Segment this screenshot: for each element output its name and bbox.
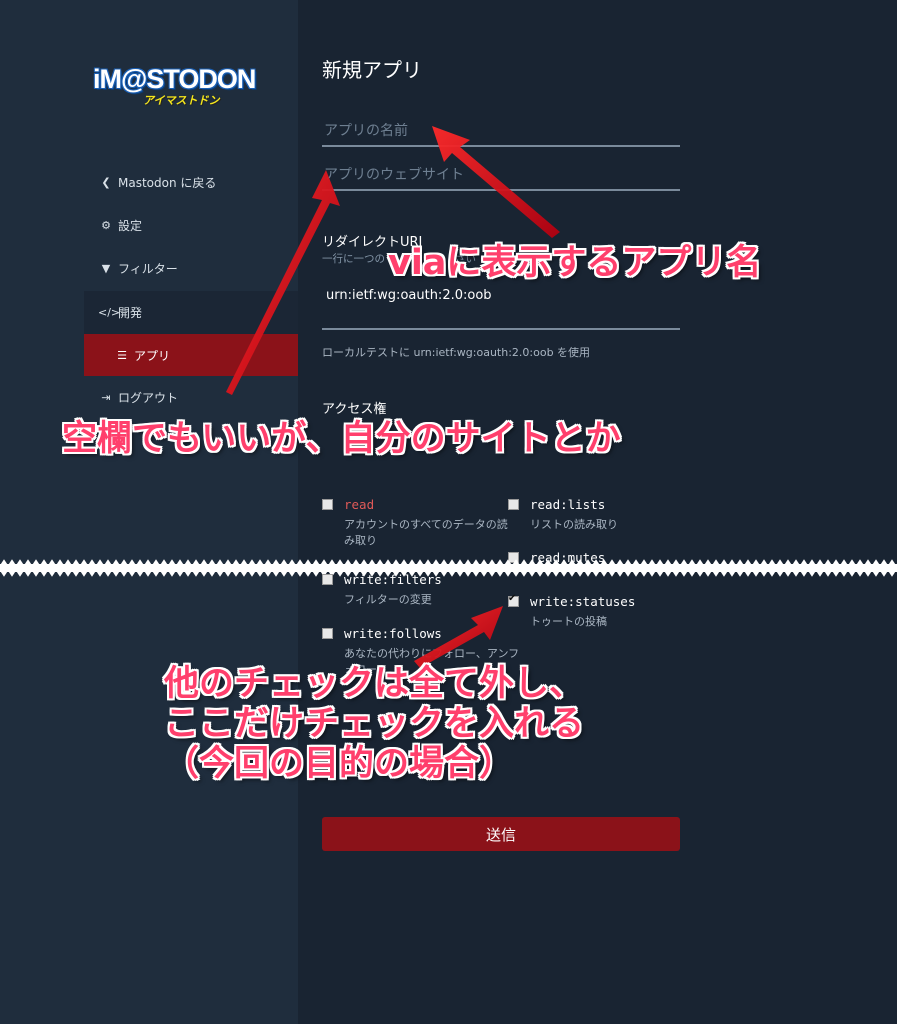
chevron-left-icon: ❮ <box>101 175 111 189</box>
redirect-uri-value: urn:ietf:wg:oauth:2.0:oob <box>326 288 492 303</box>
scope-name: write:statuses <box>530 594 636 609</box>
sidebar-item-filters[interactable]: ▼ フィルター <box>84 248 298 288</box>
sidebar-item-apps[interactable]: ☰ アプリ <box>84 334 298 376</box>
logo-text: iM@STODON <box>93 64 256 94</box>
sidebar-item-label: 開発 <box>118 306 143 320</box>
scope-name: write:follows <box>344 626 442 641</box>
sidebar-item-back[interactable]: ❮ Mastodon に戻る <box>84 162 298 202</box>
redirect-uri-note: ローカルテストに urn:ietf:wg:oauth:2.0:oob を使用 <box>322 346 591 359</box>
filter-icon: ▼ <box>101 261 111 275</box>
redirect-uri-textarea[interactable]: urn:ietf:wg:oauth:2.0:oob <box>322 284 680 330</box>
sidebar-item-label: ログアウト <box>118 390 179 405</box>
scope-name: write:filters <box>344 572 442 587</box>
scope-write-follows-checkbox[interactable] <box>322 628 333 639</box>
page-title: 新規アプリ <box>322 58 422 82</box>
sidebar-item-settings[interactable]: ⚙ 設定 <box>84 205 298 245</box>
annotation-checkbox-instruction: 他のチェックは全て外し、 ここだけチェックを入れる （今回の目的の場合） <box>164 664 584 784</box>
scope-read-checkbox[interactable] <box>322 499 333 510</box>
annotation-line: ここだけチェックを入れる <box>164 704 585 744</box>
scope-read-lists-checkbox[interactable] <box>508 499 519 510</box>
scope-name: read:lists <box>530 497 606 512</box>
code-icon: </> <box>98 306 121 319</box>
annotation-line: 他のチェックは全て外し、 <box>164 664 585 704</box>
sidebar-item-label: 設定 <box>118 218 143 233</box>
sidebar <box>0 0 298 1024</box>
sidebar-item-label: アプリ <box>134 348 171 363</box>
gear-icon: ⚙ <box>101 218 111 232</box>
scope-desc: アカウントのすべてのデータの読み取り <box>344 518 508 547</box>
scope-desc: リストの読み取り <box>530 518 618 531</box>
logo-subtext: アイマストドン <box>143 94 220 107</box>
app-website-field <box>322 164 682 191</box>
app-name-input[interactable] <box>322 123 682 145</box>
scope-write-filters-checkbox[interactable] <box>322 574 333 585</box>
scope-write-statuses-checkbox[interactable] <box>508 593 519 607</box>
redirect-uri-hint: 一行に一つの <box>322 253 385 265</box>
sign-out-icon: ⇥ <box>101 390 111 404</box>
site-logo[interactable]: iM@STODON アイマストドン <box>93 60 293 110</box>
sidebar-item-development[interactable]: </> 開発 <box>84 291 298 334</box>
app-website-input[interactable] <box>322 167 682 189</box>
list-icon: ☰ <box>117 348 127 362</box>
torn-edge-divider <box>0 559 897 577</box>
scope-name: read <box>344 497 375 512</box>
scope-desc: トゥートの投稿 <box>530 615 607 628</box>
scope-desc: フィルターの変更 <box>344 593 432 606</box>
submit-button[interactable]: 送信 <box>322 817 680 851</box>
sidebar-item-label: Mastodon に戻る <box>118 175 217 190</box>
annotation-website: 空欄でもいいが、自分のサイトとか <box>62 419 621 459</box>
content-area <box>298 0 897 1024</box>
annotation-app-name: viaに表示するアプリ名 <box>388 243 762 283</box>
sidebar-item-label: フィルター <box>118 261 178 276</box>
annotation-line: （今回の目的の場合） <box>164 744 515 784</box>
app-name-field <box>322 120 682 147</box>
